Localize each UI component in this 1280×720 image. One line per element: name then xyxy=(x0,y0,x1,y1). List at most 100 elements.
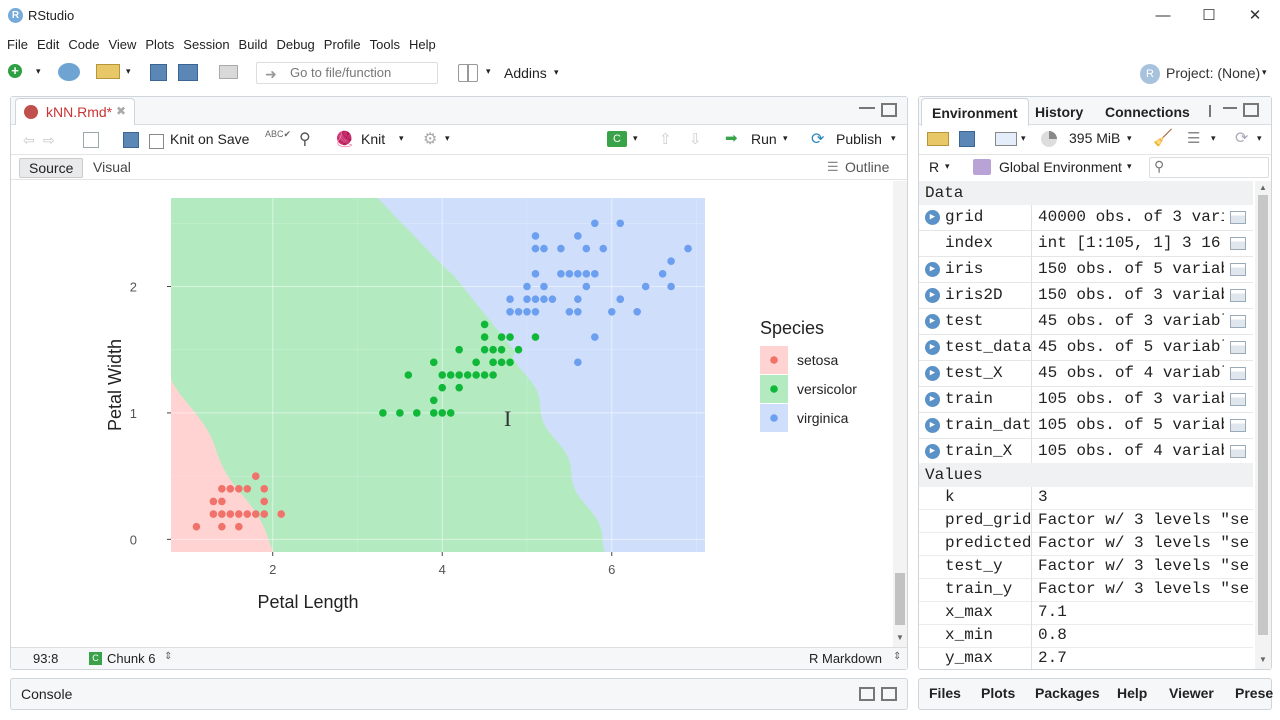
language-selector[interactable]: R xyxy=(929,159,939,175)
view-data-grid-icon[interactable] xyxy=(1230,263,1246,276)
minimize-pane-icon[interactable] xyxy=(1223,107,1237,115)
publish-icon[interactable]: ⟳ xyxy=(811,129,824,149)
chevron-down-icon[interactable]: ▾ xyxy=(1262,67,1267,78)
expand-icon[interactable]: ▶ xyxy=(925,262,940,277)
editor-scrollbar[interactable]: ▼ xyxy=(893,181,907,647)
close-button[interactable]: ✕ xyxy=(1232,2,1278,30)
env-search-input[interactable]: ⚲ xyxy=(1149,157,1269,178)
list-view-icon[interactable]: ☰ xyxy=(1187,129,1200,147)
chevron-down-icon[interactable]: ▾ xyxy=(945,161,950,172)
expand-icon[interactable]: ▶ xyxy=(925,314,940,329)
tab-files[interactable]: Files xyxy=(929,685,961,701)
chevron-down-icon[interactable]: ▾ xyxy=(486,66,491,77)
menu-edit[interactable]: Edit xyxy=(37,37,59,52)
minimize-button[interactable]: — xyxy=(1140,2,1186,30)
view-data-grid-icon[interactable] xyxy=(1230,211,1246,224)
console-tab-label[interactable]: Console xyxy=(21,686,72,702)
tab-history[interactable]: History xyxy=(1025,98,1093,126)
tab-environment[interactable]: Environment xyxy=(921,98,1029,126)
env-data-row[interactable]: ▶ iris 150 obs. of 5 variables xyxy=(919,257,1253,283)
run-button[interactable]: Run xyxy=(751,131,777,147)
expand-icon[interactable]: ▶ xyxy=(925,418,940,433)
view-data-grid-icon[interactable] xyxy=(1230,445,1246,458)
knit-icon[interactable]: 🧶 xyxy=(335,130,354,148)
goto-file-input[interactable]: ➜ Go to file/function xyxy=(256,62,438,84)
restore-pane-icon[interactable] xyxy=(859,687,875,701)
settings-gear-icon[interactable]: ⚙ xyxy=(423,129,437,149)
env-data-row[interactable]: index int [1:105, 1] 3 16 20 xyxy=(919,231,1253,257)
file-type-menu-icon[interactable]: ⇕ xyxy=(893,651,901,662)
load-workspace-icon[interactable] xyxy=(927,132,949,146)
show-in-window-icon[interactable] xyxy=(83,132,99,148)
next-chunk-icon[interactable]: ⇩ xyxy=(689,130,702,148)
refresh-icon[interactable]: ⟳ xyxy=(1235,128,1248,148)
menu-view[interactable]: View xyxy=(108,37,136,52)
chevron-down-icon[interactable]: ▾ xyxy=(1127,161,1132,172)
maximize-pane-icon[interactable] xyxy=(1243,103,1259,117)
view-data-grid-icon[interactable] xyxy=(1230,367,1246,380)
spellcheck-icon[interactable]: ABC✔ xyxy=(265,129,291,140)
env-value-row[interactable]: train_y Factor w/ 3 levels "setosa" xyxy=(919,579,1253,602)
view-data-grid-icon[interactable] xyxy=(1230,419,1246,432)
source-mode-tab[interactable]: Source xyxy=(19,158,84,178)
chevron-down-icon[interactable]: ▾ xyxy=(1127,133,1132,144)
env-scrollbar-thumb[interactable] xyxy=(1258,195,1268,635)
env-data-row[interactable]: ▶ test_X 45 obs. of 4 variables xyxy=(919,361,1253,387)
menu-build[interactable]: Build xyxy=(239,37,268,52)
scroll-down-icon[interactable]: ▼ xyxy=(1259,655,1267,664)
insert-chunk-icon[interactable]: C xyxy=(607,131,627,147)
env-value-row[interactable]: y_max 2.7 xyxy=(919,648,1253,669)
memory-usage[interactable]: 395 MiB xyxy=(1069,130,1120,146)
chevron-down-icon[interactable]: ▾ xyxy=(36,66,41,77)
knit-on-save-label[interactable]: Knit on Save xyxy=(170,131,249,147)
env-value-row[interactable]: x_min 0.8 xyxy=(919,625,1253,648)
env-scrollbar[interactable]: ▲ ▼ xyxy=(1255,181,1271,669)
menu-help[interactable]: Help xyxy=(409,37,436,52)
find-icon[interactable]: ⚲ xyxy=(299,129,311,149)
maximize-pane-icon[interactable] xyxy=(881,103,897,117)
env-value-row[interactable]: x_max 7.1 xyxy=(919,602,1253,625)
save-icon[interactable] xyxy=(123,132,139,148)
chevron-down-icon[interactable]: ▾ xyxy=(1257,133,1262,144)
publish-button[interactable]: Publish xyxy=(836,131,882,147)
console-pane[interactable]: Console xyxy=(10,678,908,710)
env-data-row[interactable]: ▶ train_X 105 obs. of 4 variables xyxy=(919,439,1253,465)
new-project-icon[interactable] xyxy=(58,63,80,81)
tab-viewer[interactable]: Viewer xyxy=(1169,685,1214,701)
visual-mode-tab[interactable]: Visual xyxy=(93,159,131,175)
env-data-row[interactable]: ▶ train_data 105 obs. of 5 variables xyxy=(919,413,1253,439)
menu-session[interactable]: Session xyxy=(183,37,229,52)
env-value-row[interactable]: pred_grid Factor w/ 3 levels "setosa" xyxy=(919,510,1253,533)
env-data-row[interactable]: ▶ train 105 obs. of 3 variables xyxy=(919,387,1253,413)
maximize-pane-icon[interactable] xyxy=(881,687,897,701)
chevron-down-icon[interactable]: ▾ xyxy=(399,133,404,144)
save-icon[interactable] xyxy=(150,64,167,81)
view-data-grid-icon[interactable] xyxy=(1230,393,1246,406)
expand-icon[interactable]: ▶ xyxy=(925,210,940,225)
editor-scrollbar-thumb[interactable] xyxy=(895,573,905,625)
expand-icon[interactable]: ▶ xyxy=(925,340,940,355)
run-icon[interactable]: ➡ xyxy=(725,129,738,147)
view-data-grid-icon[interactable] xyxy=(1230,237,1246,250)
expand-icon[interactable]: ▶ xyxy=(925,366,940,381)
chevron-down-icon[interactable]: ▾ xyxy=(783,133,788,144)
close-tab-icon[interactable]: ✖ xyxy=(116,104,126,118)
expand-icon[interactable]: ▶ xyxy=(925,288,940,303)
outline-button[interactable]: Outline xyxy=(845,159,889,175)
file-type-selector[interactable]: R Markdown xyxy=(809,651,882,666)
env-data-row[interactable]: ▶ grid 40000 obs. of 3 variables xyxy=(919,205,1253,231)
menu-file[interactable]: File xyxy=(7,37,28,52)
menu-profile[interactable]: Profile xyxy=(324,37,361,52)
knit-button[interactable]: Knit xyxy=(361,131,385,147)
clear-workspace-icon[interactable]: 🧹 xyxy=(1153,128,1173,148)
tab-presentation[interactable]: Prese xyxy=(1235,685,1273,701)
outline-icon[interactable]: ☰ xyxy=(827,159,839,175)
save-all-icon[interactable] xyxy=(178,64,198,81)
view-data-grid-icon[interactable] xyxy=(1230,289,1246,302)
env-data-row[interactable]: ▶ iris2D 150 obs. of 3 variables xyxy=(919,283,1253,309)
addins-menu[interactable]: Addins xyxy=(504,65,547,81)
menu-debug[interactable]: Debug xyxy=(276,37,314,52)
scroll-down-icon[interactable]: ▼ xyxy=(896,633,904,642)
open-folder-icon[interactable] xyxy=(96,64,120,79)
env-value-row[interactable]: k3 xyxy=(919,487,1253,510)
